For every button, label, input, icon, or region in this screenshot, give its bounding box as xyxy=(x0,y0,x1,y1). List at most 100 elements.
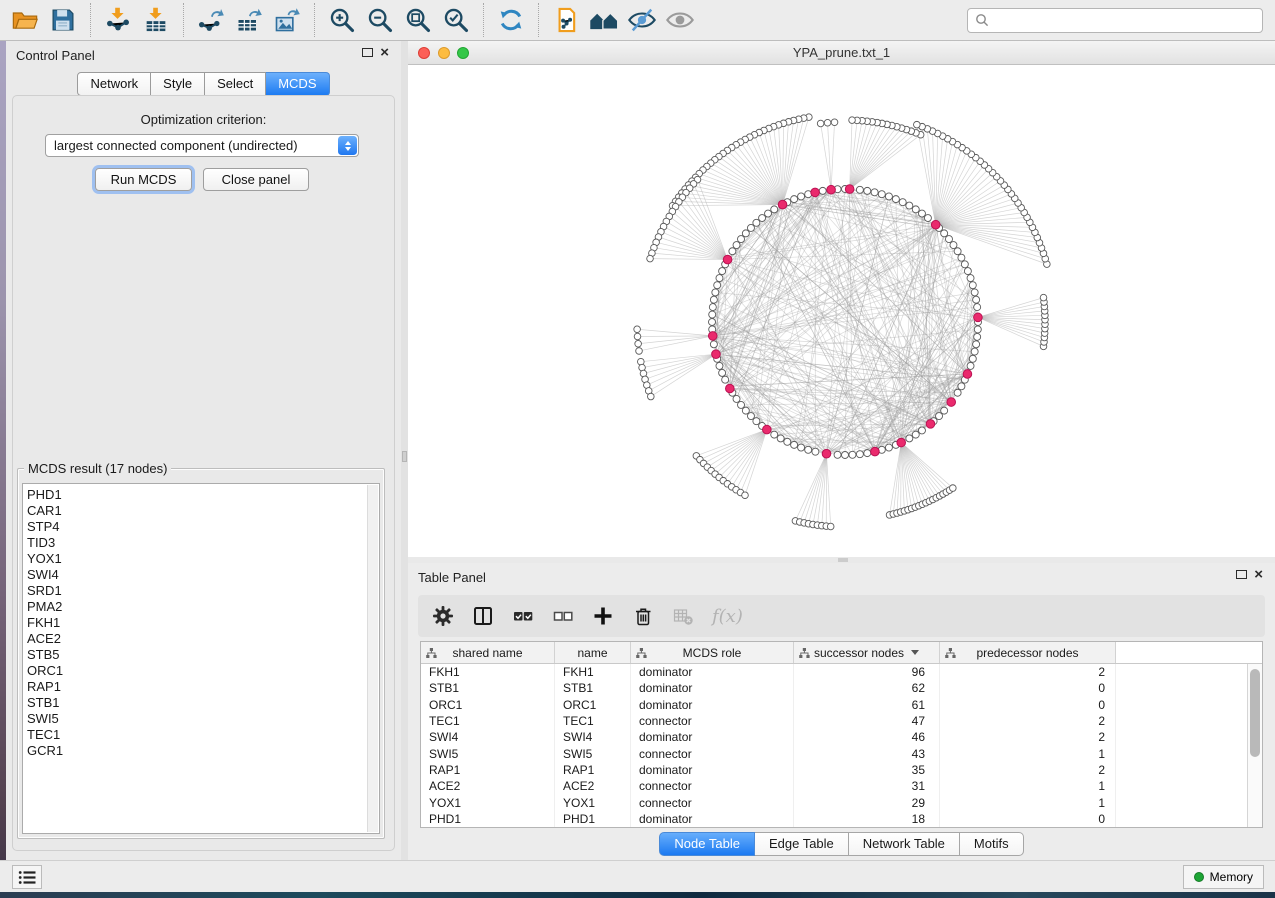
column-header-successor-nodes[interactable]: successor nodes xyxy=(794,642,940,663)
splitter-handle[interactable] xyxy=(402,451,407,462)
zoom-in-button[interactable] xyxy=(325,3,359,37)
select-all-button[interactable] xyxy=(512,605,534,627)
mcds-result-item[interactable]: ORC1 xyxy=(23,663,379,679)
export-table-button[interactable] xyxy=(232,3,266,37)
delete-table-button[interactable] xyxy=(672,605,694,627)
mcds-result-item[interactable]: SWI4 xyxy=(23,567,379,583)
optimization-criterion-value: largest connected component (undirected) xyxy=(46,138,338,153)
mcds-result-item[interactable]: CAR1 xyxy=(23,503,379,519)
zoom-selected-button[interactable] xyxy=(439,3,473,37)
splitter-handle[interactable] xyxy=(838,558,848,562)
import-table-button[interactable] xyxy=(139,3,173,37)
vertical-splitter[interactable] xyxy=(401,41,408,860)
close-panel-button[interactable]: Close panel xyxy=(203,168,309,191)
tab-network-table[interactable]: Network Table xyxy=(849,832,960,856)
mcds-result-item[interactable]: SRD1 xyxy=(23,583,379,599)
create-column-button[interactable] xyxy=(592,605,614,627)
export-network-button[interactable] xyxy=(194,3,228,37)
tab-edge-table[interactable]: Edge Table xyxy=(755,832,849,856)
column-header-name[interactable]: name xyxy=(555,642,631,663)
eye-icon xyxy=(665,6,695,34)
column-header-mcds-role[interactable]: MCDS role xyxy=(631,642,794,663)
table-row[interactable]: FKH1 FKH1 dominator 96 2 xyxy=(421,664,1247,680)
table-row[interactable]: STB1 STB1 dominator 62 0 xyxy=(421,680,1247,696)
table-row[interactable]: TEC1 TEC1 connector 47 2 xyxy=(421,713,1247,729)
function-builder-button[interactable]: f(x) xyxy=(712,606,743,627)
table-settings-button[interactable] xyxy=(432,605,454,627)
table-row[interactable]: ACE2 ACE2 connector 31 1 xyxy=(421,778,1247,794)
checked-boxes-icon xyxy=(512,605,534,627)
fx-icon: f(x) xyxy=(712,606,743,627)
mcds-result-item[interactable]: RAP1 xyxy=(23,679,379,695)
refresh-button[interactable] xyxy=(494,3,528,37)
hide-selected-button[interactable] xyxy=(625,3,659,37)
table-row[interactable]: YOX1 YOX1 connector 29 1 xyxy=(421,794,1247,810)
mcds-result-group: MCDS result (17 nodes) PHD1CAR1STP4TID3Y… xyxy=(17,468,385,839)
toolbar-separator xyxy=(90,3,91,37)
tab-select[interactable]: Select xyxy=(205,72,266,96)
tab-mcds[interactable]: MCDS xyxy=(266,72,329,96)
tab-node-table[interactable]: Node Table xyxy=(659,832,755,856)
float-panel-icon[interactable] xyxy=(362,48,373,57)
tab-motifs[interactable]: Motifs xyxy=(960,832,1024,856)
mcds-result-item[interactable]: STP4 xyxy=(23,519,379,535)
mcds-result-item[interactable]: PMA2 xyxy=(23,599,379,615)
mcds-result-item[interactable]: STB5 xyxy=(23,647,379,663)
export-table-icon xyxy=(235,6,263,34)
search-input[interactable] xyxy=(990,10,1256,30)
import-network-icon xyxy=(104,6,132,34)
mcds-list-scrollbar[interactable] xyxy=(367,485,378,832)
table-header-row: shared name name MCDS role successor nod… xyxy=(421,642,1262,664)
task-history-button[interactable] xyxy=(12,865,42,889)
show-all-button[interactable] xyxy=(663,3,697,37)
tab-style[interactable]: Style xyxy=(151,72,205,96)
mcds-result-item[interactable]: YOX1 xyxy=(23,551,379,567)
mcds-result-item[interactable]: STB1 xyxy=(23,695,379,711)
mcds-result-item[interactable]: SWI5 xyxy=(23,711,379,727)
zoom-out-button[interactable] xyxy=(363,3,397,37)
network-view-window: YPA_prune.txt_1 xyxy=(408,41,1275,557)
desktop-wallpaper-bottom xyxy=(0,892,1275,898)
mcds-result-item[interactable]: TID3 xyxy=(23,535,379,551)
table-scrollbar[interactable] xyxy=(1247,664,1262,827)
tab-network[interactable]: Network xyxy=(77,72,151,96)
export-image-button[interactable] xyxy=(270,3,304,37)
import-table-icon xyxy=(142,6,170,34)
table-row[interactable]: SWI5 SWI5 connector 43 1 xyxy=(421,745,1247,761)
save-floppy-icon xyxy=(49,6,77,34)
column-header-shared-name[interactable]: shared name xyxy=(421,642,555,663)
table-row[interactable]: RAP1 RAP1 dominator 35 2 xyxy=(421,762,1247,778)
run-mcds-button[interactable]: Run MCDS xyxy=(95,168,192,191)
network-canvas[interactable] xyxy=(408,65,1275,557)
float-panel-icon[interactable] xyxy=(1236,570,1247,579)
mcds-result-list: PHD1CAR1STP4TID3YOX1SWI4SRD1PMA2FKH1ACE2… xyxy=(22,483,380,834)
zoom-fit-button[interactable] xyxy=(401,3,435,37)
close-panel-icon[interactable]: × xyxy=(1254,569,1263,580)
save-session-button[interactable] xyxy=(46,3,80,37)
import-network-button[interactable] xyxy=(101,3,135,37)
table-row[interactable]: ORC1 ORC1 dominator 61 0 xyxy=(421,697,1247,713)
table-tabs: Node Table Edge Table Network Table Moti… xyxy=(408,832,1275,856)
first-neighbors-button[interactable] xyxy=(587,3,621,37)
mcds-result-item[interactable]: FKH1 xyxy=(23,615,379,631)
network-from-file-button[interactable] xyxy=(549,3,583,37)
scrollbar-thumb[interactable] xyxy=(1250,669,1260,757)
deselect-all-button[interactable] xyxy=(552,605,574,627)
mcds-result-item[interactable]: PHD1 xyxy=(23,487,379,503)
close-panel-icon[interactable]: × xyxy=(380,47,389,58)
toolbar-separator xyxy=(483,3,484,37)
open-session-button[interactable] xyxy=(8,3,42,37)
mcds-result-item[interactable]: GCR1 xyxy=(23,743,379,759)
memory-button[interactable]: Memory xyxy=(1183,865,1264,889)
optimization-criterion-select[interactable]: largest connected component (undirected) xyxy=(45,134,359,157)
column-header-predecessor-nodes[interactable]: predecessor nodes xyxy=(940,642,1116,663)
table-row[interactable]: SWI4 SWI4 dominator 46 2 xyxy=(421,729,1247,745)
show-columns-button[interactable] xyxy=(472,605,494,627)
toolbar-separator xyxy=(183,3,184,37)
table-row[interactable]: PHD1 PHD1 dominator 18 0 xyxy=(421,811,1247,827)
delete-columns-button[interactable] xyxy=(632,605,654,627)
houses-icon xyxy=(588,6,620,34)
mcds-result-item[interactable]: ACE2 xyxy=(23,631,379,647)
eye-slash-icon xyxy=(627,6,657,34)
mcds-result-item[interactable]: TEC1 xyxy=(23,727,379,743)
